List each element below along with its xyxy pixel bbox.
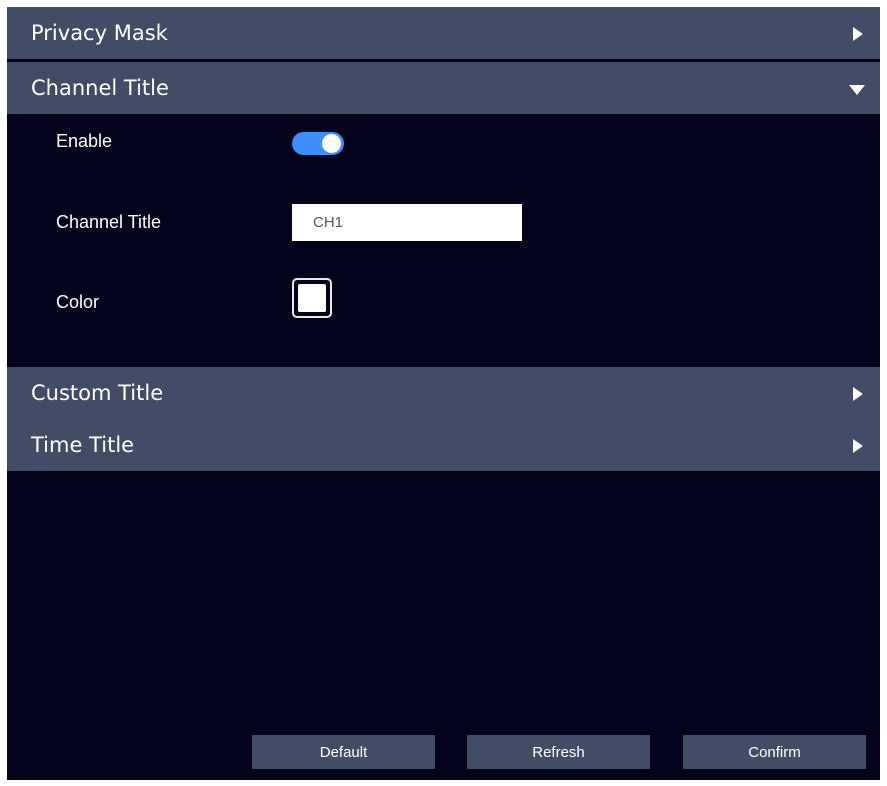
section-title: Channel Title (31, 76, 169, 100)
caret-down-icon (849, 85, 865, 95)
default-button[interactable]: Default (252, 735, 435, 769)
section-header-time-title[interactable]: Time Title (7, 419, 880, 471)
refresh-button[interactable]: Refresh (467, 735, 650, 769)
color-label: Color (56, 292, 100, 312)
section-title: Time Title (31, 433, 135, 457)
color-picker[interactable] (292, 278, 332, 318)
confirm-button[interactable]: Confirm (683, 735, 866, 769)
toggle-knob (322, 134, 341, 153)
channel-title-input[interactable] (292, 204, 522, 241)
section-title: Privacy Mask (31, 21, 168, 45)
caret-right-icon (853, 439, 863, 453)
section-header-custom-title[interactable]: Custom Title (7, 367, 880, 419)
channel-title-label: Channel Title (56, 212, 162, 232)
caret-right-icon (853, 387, 863, 401)
section-title: Custom Title (31, 381, 164, 405)
enable-label: Enable (56, 131, 113, 151)
color-swatch-fill (298, 284, 326, 312)
section-header-channel-title[interactable]: Channel Title (7, 62, 880, 114)
osd-settings-panel: Privacy Mask Channel Title Enable Channe… (7, 7, 880, 780)
caret-right-icon (853, 27, 863, 41)
enable-toggle[interactable] (292, 132, 344, 155)
section-header-privacy-mask[interactable]: Privacy Mask (7, 7, 880, 59)
